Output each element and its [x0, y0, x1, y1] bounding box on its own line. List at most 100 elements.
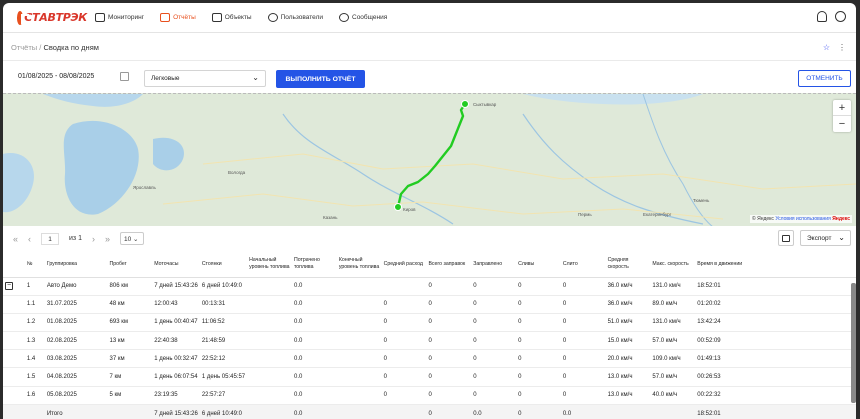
- column-header[interactable]: Моточасы: [152, 251, 200, 278]
- route-end-marker[interactable]: [461, 100, 469, 108]
- table-cell: 36.0 км/ч: [605, 277, 651, 296]
- table-row[interactable]: 1.4 03.08.2025 37 км 1 день 00:32:47 22:52:1…: [3, 349, 856, 369]
- column-header[interactable]: Средняя скорость: [605, 251, 651, 278]
- table-cell: 0: [426, 367, 472, 387]
- page-title: Сводка по дням: [43, 43, 99, 52]
- table-cell: [24, 404, 45, 419]
- chevron-down-icon: ⌄: [838, 233, 845, 242]
- column-header[interactable]: Пробег: [107, 251, 153, 278]
- column-header[interactable]: Слито: [560, 251, 606, 278]
- route-map[interactable]: Сыктывкар Киров Ярославль Вологда Пермь …: [3, 93, 856, 226]
- cancel-button[interactable]: ОТМЕНИТЬ: [798, 70, 851, 87]
- page-size-select[interactable]: 10 ⌄: [120, 232, 144, 245]
- export-label: Экспорт: [807, 235, 832, 242]
- favorite-star-icon[interactable]: ☆: [823, 43, 830, 52]
- table-cell: 0: [381, 349, 427, 369]
- next-page-icon[interactable]: ›: [92, 234, 95, 244]
- expand-cell: [3, 313, 25, 333]
- column-header[interactable]: Начальный уровень топлива: [247, 251, 292, 278]
- table-cell: [336, 295, 382, 314]
- table-cell: 0: [516, 349, 561, 369]
- table-cell: 05.08.2025: [44, 386, 108, 405]
- nav-item-messages[interactable]: Сообщения: [339, 3, 387, 33]
- table-cell: 109.0 км/ч: [650, 349, 696, 369]
- route-start-marker[interactable]: [394, 203, 402, 211]
- print-button[interactable]: [778, 230, 794, 246]
- nav-label: Пользователи: [280, 14, 323, 21]
- more-vertical-icon[interactable]: ⋮: [838, 43, 846, 52]
- expand-cell: −: [3, 277, 25, 296]
- table-cell: 01:20:02: [695, 295, 856, 314]
- table-cell: 0.0: [560, 404, 606, 419]
- table-cell: 00:13:31: [199, 295, 248, 314]
- logo[interactable]: СТАВТРЭК: [17, 10, 87, 25]
- column-header[interactable]: Средний расход: [381, 251, 427, 278]
- column-header[interactable]: Потрачено топлива: [291, 251, 337, 278]
- nav-item-monitoring[interactable]: Мониторинг: [95, 3, 144, 33]
- table-cell: [336, 313, 382, 333]
- column-header[interactable]: Заправлено: [471, 251, 517, 278]
- nav-item-objects[interactable]: Объекты: [211, 3, 252, 33]
- table-cell: [247, 295, 292, 314]
- table-cell: [336, 277, 382, 296]
- map-label: Казань: [323, 215, 338, 220]
- column-header[interactable]: Время в движении: [695, 251, 856, 278]
- nav-label: Мониторинг: [108, 14, 145, 21]
- map-canvas: Сыктывкар Киров Ярославль Вологда Пермь …: [3, 94, 856, 226]
- calendar-icon[interactable]: [120, 72, 129, 81]
- table-row[interactable]: − 1 Авто Демо 806 км 7 дней 15:43:26 6 дней 1…: [3, 277, 856, 296]
- table-cell: [381, 277, 427, 296]
- table-row[interactable]: 1.5 04.08.2025 7 км 1 день 06:07:54 1 день 0…: [3, 367, 856, 387]
- map-attribution: © Яндекс Условия использования Яндекс: [750, 215, 852, 223]
- table-cell: 01.08.2025: [44, 313, 108, 333]
- breadcrumb-parent[interactable]: Отчёты: [11, 43, 37, 52]
- bell-icon[interactable]: [817, 11, 827, 22]
- column-header[interactable]: Всего заправок: [426, 251, 472, 278]
- table-cell: 21:48:59: [199, 331, 248, 351]
- page-actions: ☆ ⋮: [823, 43, 846, 52]
- table-row[interactable]: 1.2 01.08.2025 693 км 1 день 00:40:47 11:06:…: [3, 313, 856, 333]
- nav-item-reports[interactable]: Отчёты: [160, 3, 196, 33]
- user-icon[interactable]: [835, 11, 846, 22]
- table-cell: 0: [471, 313, 517, 333]
- collapse-row-icon[interactable]: −: [5, 282, 13, 291]
- column-header[interactable]: Группировка: [44, 251, 108, 278]
- run-report-button[interactable]: ВЫПОЛНИТЬ ОТЧЁТ: [276, 70, 365, 88]
- table-cell: [107, 404, 153, 419]
- column-header[interactable]: Сливы: [516, 251, 561, 278]
- table-cell: 51.0 км/ч: [605, 313, 651, 333]
- nav-item-users[interactable]: Пользователи: [267, 3, 323, 33]
- zoom-out-button[interactable]: −: [833, 116, 851, 132]
- table-body: −1 Авто Демо 806 км 7 дней 15:43:26 6 дней 1…: [3, 277, 856, 419]
- last-page-icon[interactable]: »: [105, 234, 110, 244]
- prev-page-icon[interactable]: ‹: [28, 234, 31, 244]
- group-select[interactable]: Легковые ⌄: [144, 70, 266, 87]
- table-header-row: № Группировка Пробег Моточасы Стоянки На…: [3, 251, 856, 278]
- terms-link[interactable]: Условия использования: [775, 216, 831, 222]
- messages-icon: [339, 13, 349, 22]
- table-row[interactable]: 1.1 31.07.2025 48 км 12:00:43 00:13:31 0.0 0 0 0…: [3, 295, 856, 314]
- expand-cell: [3, 386, 25, 405]
- table-cell: 1 день 06:07:54: [152, 367, 200, 387]
- table-cell: [247, 386, 292, 405]
- column-header[interactable]: Макс. скорость: [650, 251, 696, 278]
- column-header[interactable]: Конечный уровень топлива: [336, 251, 382, 278]
- table-cell: 0.0: [291, 349, 337, 369]
- attribution-prefix: © Яндекс: [752, 216, 774, 222]
- map-label: Вологда: [228, 170, 246, 175]
- map-label: Киров: [403, 207, 416, 212]
- zoom-in-button[interactable]: +: [833, 100, 851, 116]
- table-total-row[interactable]: Итого 7 дней 15:43:26 6 дней 10:49:0 0.0 0 0.…: [3, 404, 856, 419]
- date-range-field[interactable]: 01/08/2025 - 08/08/2025: [18, 73, 94, 80]
- report-table: № Группировка Пробег Моточасы Стоянки На…: [3, 251, 856, 419]
- column-header[interactable]: Стоянки: [199, 251, 248, 278]
- column-header[interactable]: №: [24, 251, 45, 278]
- table-row[interactable]: 1.3 02.08.2025 13 км 22:40:38 21:48:59 0.0 0 0 0…: [3, 331, 856, 351]
- export-select[interactable]: Экспорт ⌄: [800, 230, 851, 246]
- first-page-icon[interactable]: «: [13, 234, 18, 244]
- table-row[interactable]: 1.6 05.08.2025 5 км 23:19:35 22:57:27 0.0 0 0 0 0…: [3, 386, 856, 405]
- monitoring-icon: [95, 13, 105, 22]
- page-number-input[interactable]: 1: [41, 232, 60, 245]
- vertical-scrollbar[interactable]: [851, 283, 856, 403]
- pagination: « ‹ 1 из 1 › » 10 ⌄: [13, 232, 144, 245]
